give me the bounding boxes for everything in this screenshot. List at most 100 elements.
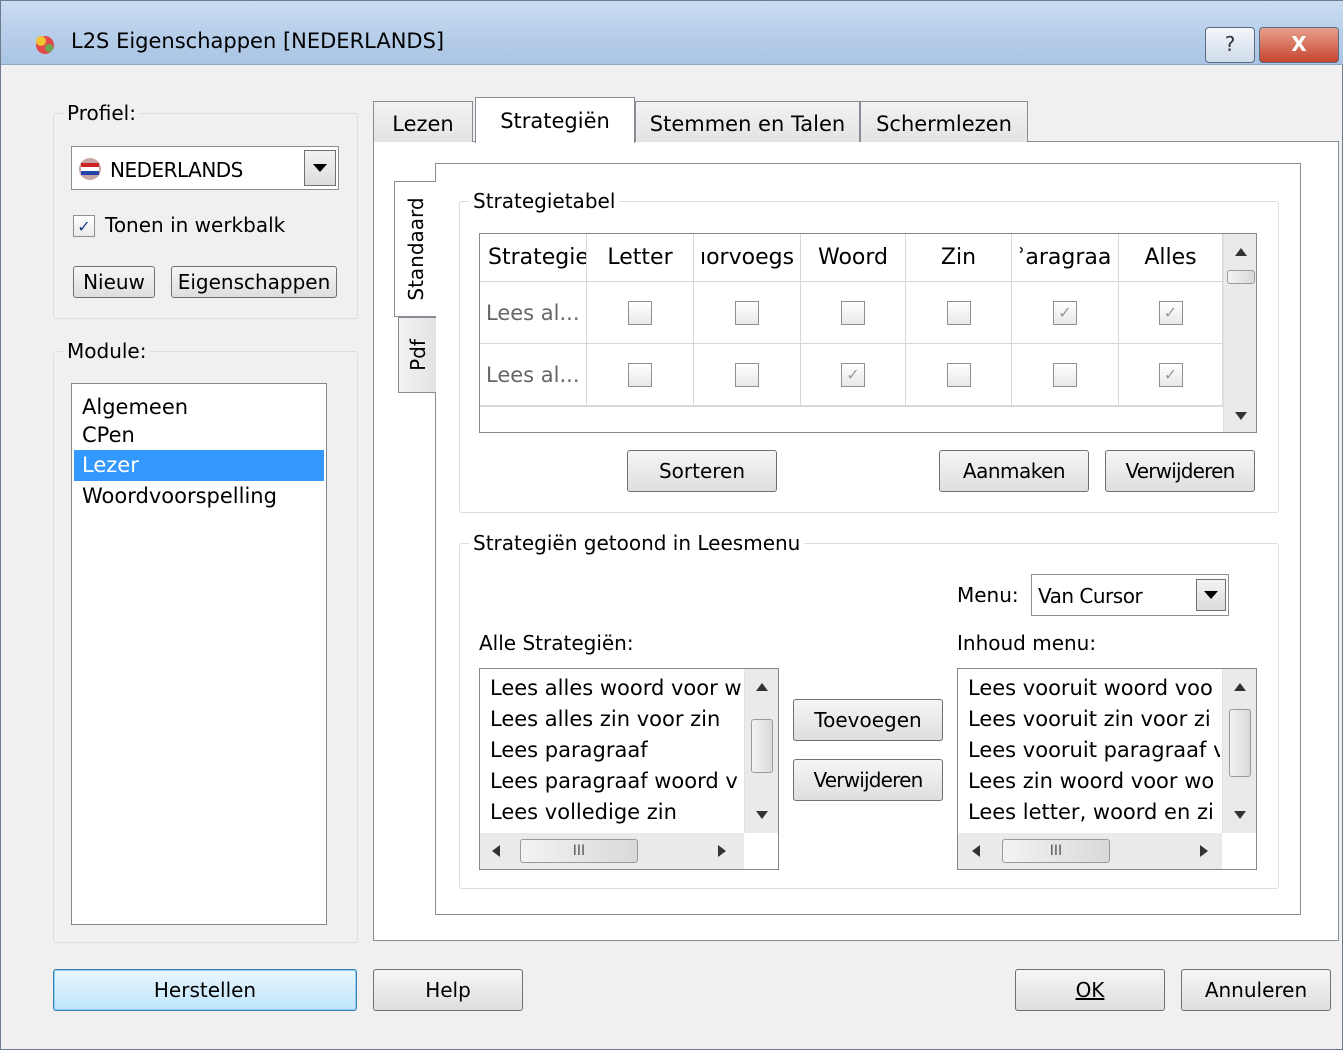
title-bar[interactable]: L2S Eigenschappen [NEDERLANDS] ? X <box>1 1 1343 65</box>
flag-icon <box>79 158 101 180</box>
menu-content-list[interactable]: Lees vooruit woord voo Lees vooruit zin … <box>957 668 1257 870</box>
tab-schermlezen[interactable]: Schermlezen <box>860 101 1028 142</box>
module-item-algemeen[interactable]: Algemeen <box>74 392 324 423</box>
menu-content-hscroll-thumb[interactable]: III <box>1002 839 1110 863</box>
profile-select-value: NEDERLANDS <box>110 158 243 182</box>
remove-from-menu-button[interactable]: Verwijderen <box>793 759 943 801</box>
dialog-window: L2S Eigenschappen [NEDERLANDS] ? X Profi… <box>0 0 1343 1050</box>
sort-button[interactable]: Sorteren <box>627 450 777 492</box>
all-strategies-item[interactable]: Lees paragraaf <box>482 735 742 766</box>
grid-header-alles[interactable]: Alles <box>1119 234 1223 282</box>
help-button[interactable]: Help <box>373 969 523 1011</box>
strategy-grid[interactable]: Strategie Letter ıorvoegs Woord Zin ʾara… <box>479 233 1257 433</box>
tab-stemmen-en-talen[interactable]: Stemmen en Talen <box>635 101 860 142</box>
chevron-down-icon <box>1204 591 1218 599</box>
grid-checkbox[interactable]: ✓ <box>841 362 865 387</box>
scroll-right-arrow-icon[interactable] <box>1200 845 1208 857</box>
grid-checkbox[interactable] <box>735 300 759 325</box>
all-strategies-scroll-thumb[interactable] <box>751 719 773 773</box>
menu-content-item[interactable]: Lees vooruit woord voo <box>960 673 1220 704</box>
read-menu-group-label: Strategiën getoond in Leesmenu <box>469 531 805 555</box>
all-strategies-vscrollbar[interactable] <box>744 669 778 833</box>
scroll-down-arrow-icon[interactable] <box>1234 811 1246 819</box>
grid-checkbox[interactable] <box>628 300 652 325</box>
module-item-woordvoorspelling[interactable]: Woordvoorspelling <box>74 481 324 512</box>
all-strategies-list[interactable]: Lees alles woord voor w Lees alles zin v… <box>479 668 779 870</box>
all-strategies-item[interactable]: Lees alles zin voor zin <box>482 704 742 735</box>
vtab-standaard[interactable]: Standaard <box>394 181 436 317</box>
cancel-button[interactable]: Annuleren <box>1181 969 1331 1011</box>
all-strategies-hscroll-thumb[interactable]: III <box>520 839 638 863</box>
menu-content-item[interactable]: Lees letter, woord en zi <box>960 797 1220 828</box>
hscroll-grip: III <box>1049 843 1063 859</box>
module-group-label: Module: <box>63 339 151 363</box>
grid-vscrollbar[interactable] <box>1223 234 1256 432</box>
help-caption-button[interactable]: ? <box>1205 27 1255 63</box>
module-list[interactable]: Algemeen CPen Lezer Woordvoorspelling <box>71 383 327 925</box>
grid-row-1-paragraaf-cell: ✓ <box>1012 282 1119 344</box>
scroll-up-arrow-icon[interactable] <box>1235 248 1247 256</box>
grid-header-voorvoegsel[interactable]: ıorvoegs <box>694 234 801 282</box>
create-strategy-button[interactable]: Aanmaken <box>939 450 1089 492</box>
grid-checkbox[interactable] <box>1053 362 1077 387</box>
grid-checkbox[interactable] <box>946 300 971 325</box>
grid-row-1-woord-cell <box>801 282 906 344</box>
grid-checkbox[interactable]: ✓ <box>1053 300 1077 325</box>
profile-select[interactable]: NEDERLANDS <box>71 146 339 190</box>
grid-checkbox[interactable]: ✓ <box>1158 300 1183 325</box>
menu-content-vscrollbar[interactable] <box>1222 669 1256 833</box>
scroll-down-arrow-icon[interactable] <box>756 811 768 819</box>
scroll-left-arrow-icon[interactable] <box>972 845 980 857</box>
scroll-right-arrow-icon[interactable] <box>718 845 726 857</box>
menu-select-value: Van Cursor <box>1038 584 1143 608</box>
grid-row-2-letter-cell <box>587 344 694 406</box>
grid-header-letter[interactable]: Letter <box>587 234 694 282</box>
grid-checkbox[interactable] <box>628 362 652 387</box>
delete-strategy-button[interactable]: Verwijderen <box>1105 450 1255 492</box>
new-profile-button[interactable]: Nieuw <box>73 266 155 298</box>
ok-button[interactable]: OK <box>1015 969 1165 1011</box>
grid-header-paragraaf[interactable]: ʾaragraa <box>1012 234 1119 282</box>
scroll-left-arrow-icon[interactable] <box>492 845 500 857</box>
tab-strategien[interactable]: Strategiën <box>475 97 635 143</box>
menu-content-hscrollbar[interactable]: III <box>958 833 1222 869</box>
all-strategies-hscrollbar[interactable]: III <box>480 833 744 869</box>
all-strategies-item[interactable]: Lees alles woord voor w <box>482 673 742 704</box>
tab-lezen[interactable]: Lezen <box>373 101 473 142</box>
menu-select[interactable]: Van Cursor <box>1031 574 1229 616</box>
menu-content-scroll-thumb[interactable] <box>1229 709 1251 777</box>
scroll-up-arrow-icon[interactable] <box>1234 683 1246 691</box>
module-item-lezer[interactable]: Lezer <box>74 450 324 481</box>
grid-header-woord[interactable]: Woord <box>801 234 906 282</box>
add-to-menu-button[interactable]: Toevoegen <box>793 699 943 741</box>
module-item-cpen[interactable]: CPen <box>74 420 324 451</box>
show-in-toolbar-checkbox[interactable]: ✓ <box>73 215 95 237</box>
grid-checkbox[interactable]: ✓ <box>1158 362 1183 387</box>
grid-header-zin[interactable]: Zin <box>906 234 1012 282</box>
grid-row-2-label[interactable]: Lees al... <box>480 344 587 406</box>
scroll-up-arrow-icon[interactable] <box>756 683 768 691</box>
vtab-pdf[interactable]: Pdf <box>398 317 436 393</box>
grid-row-2-alles-cell: ✓ <box>1119 344 1223 406</box>
profile-dropdown-button[interactable] <box>304 150 336 186</box>
grid-header-strategie[interactable]: Strategie <box>480 234 587 282</box>
scroll-down-arrow-icon[interactable] <box>1235 412 1247 420</box>
menu-content-item[interactable]: Lees vooruit zin voor zi <box>960 704 1220 735</box>
menu-dropdown-button[interactable] <box>1196 579 1226 611</box>
all-strategies-item[interactable]: Lees volledige zin <box>482 797 742 828</box>
grid-checkbox[interactable] <box>841 300 865 325</box>
grid-row-1-letter-cell <box>587 282 694 344</box>
menu-content-label: Inhoud menu: <box>957 631 1097 655</box>
profile-properties-button[interactable]: Eigenschappen <box>171 266 337 298</box>
restore-button[interactable]: Herstellen <box>53 969 357 1011</box>
grid-row-1-label[interactable]: Lees al... <box>480 282 587 344</box>
menu-content-item[interactable]: Lees vooruit paragraaf v <box>960 735 1220 766</box>
grid-checkbox[interactable] <box>946 362 971 387</box>
grid-scroll-thumb[interactable] <box>1227 270 1255 284</box>
grid-row-1-voorvoegsel-cell <box>694 282 801 344</box>
all-strategies-item[interactable]: Lees paragraaf woord v <box>482 766 742 797</box>
menu-content-item[interactable]: Lees zin woord voor wo <box>960 766 1220 797</box>
grid-checkbox[interactable] <box>735 362 759 387</box>
menu-label: Menu: <box>957 583 1019 607</box>
close-button[interactable]: X <box>1259 27 1339 63</box>
